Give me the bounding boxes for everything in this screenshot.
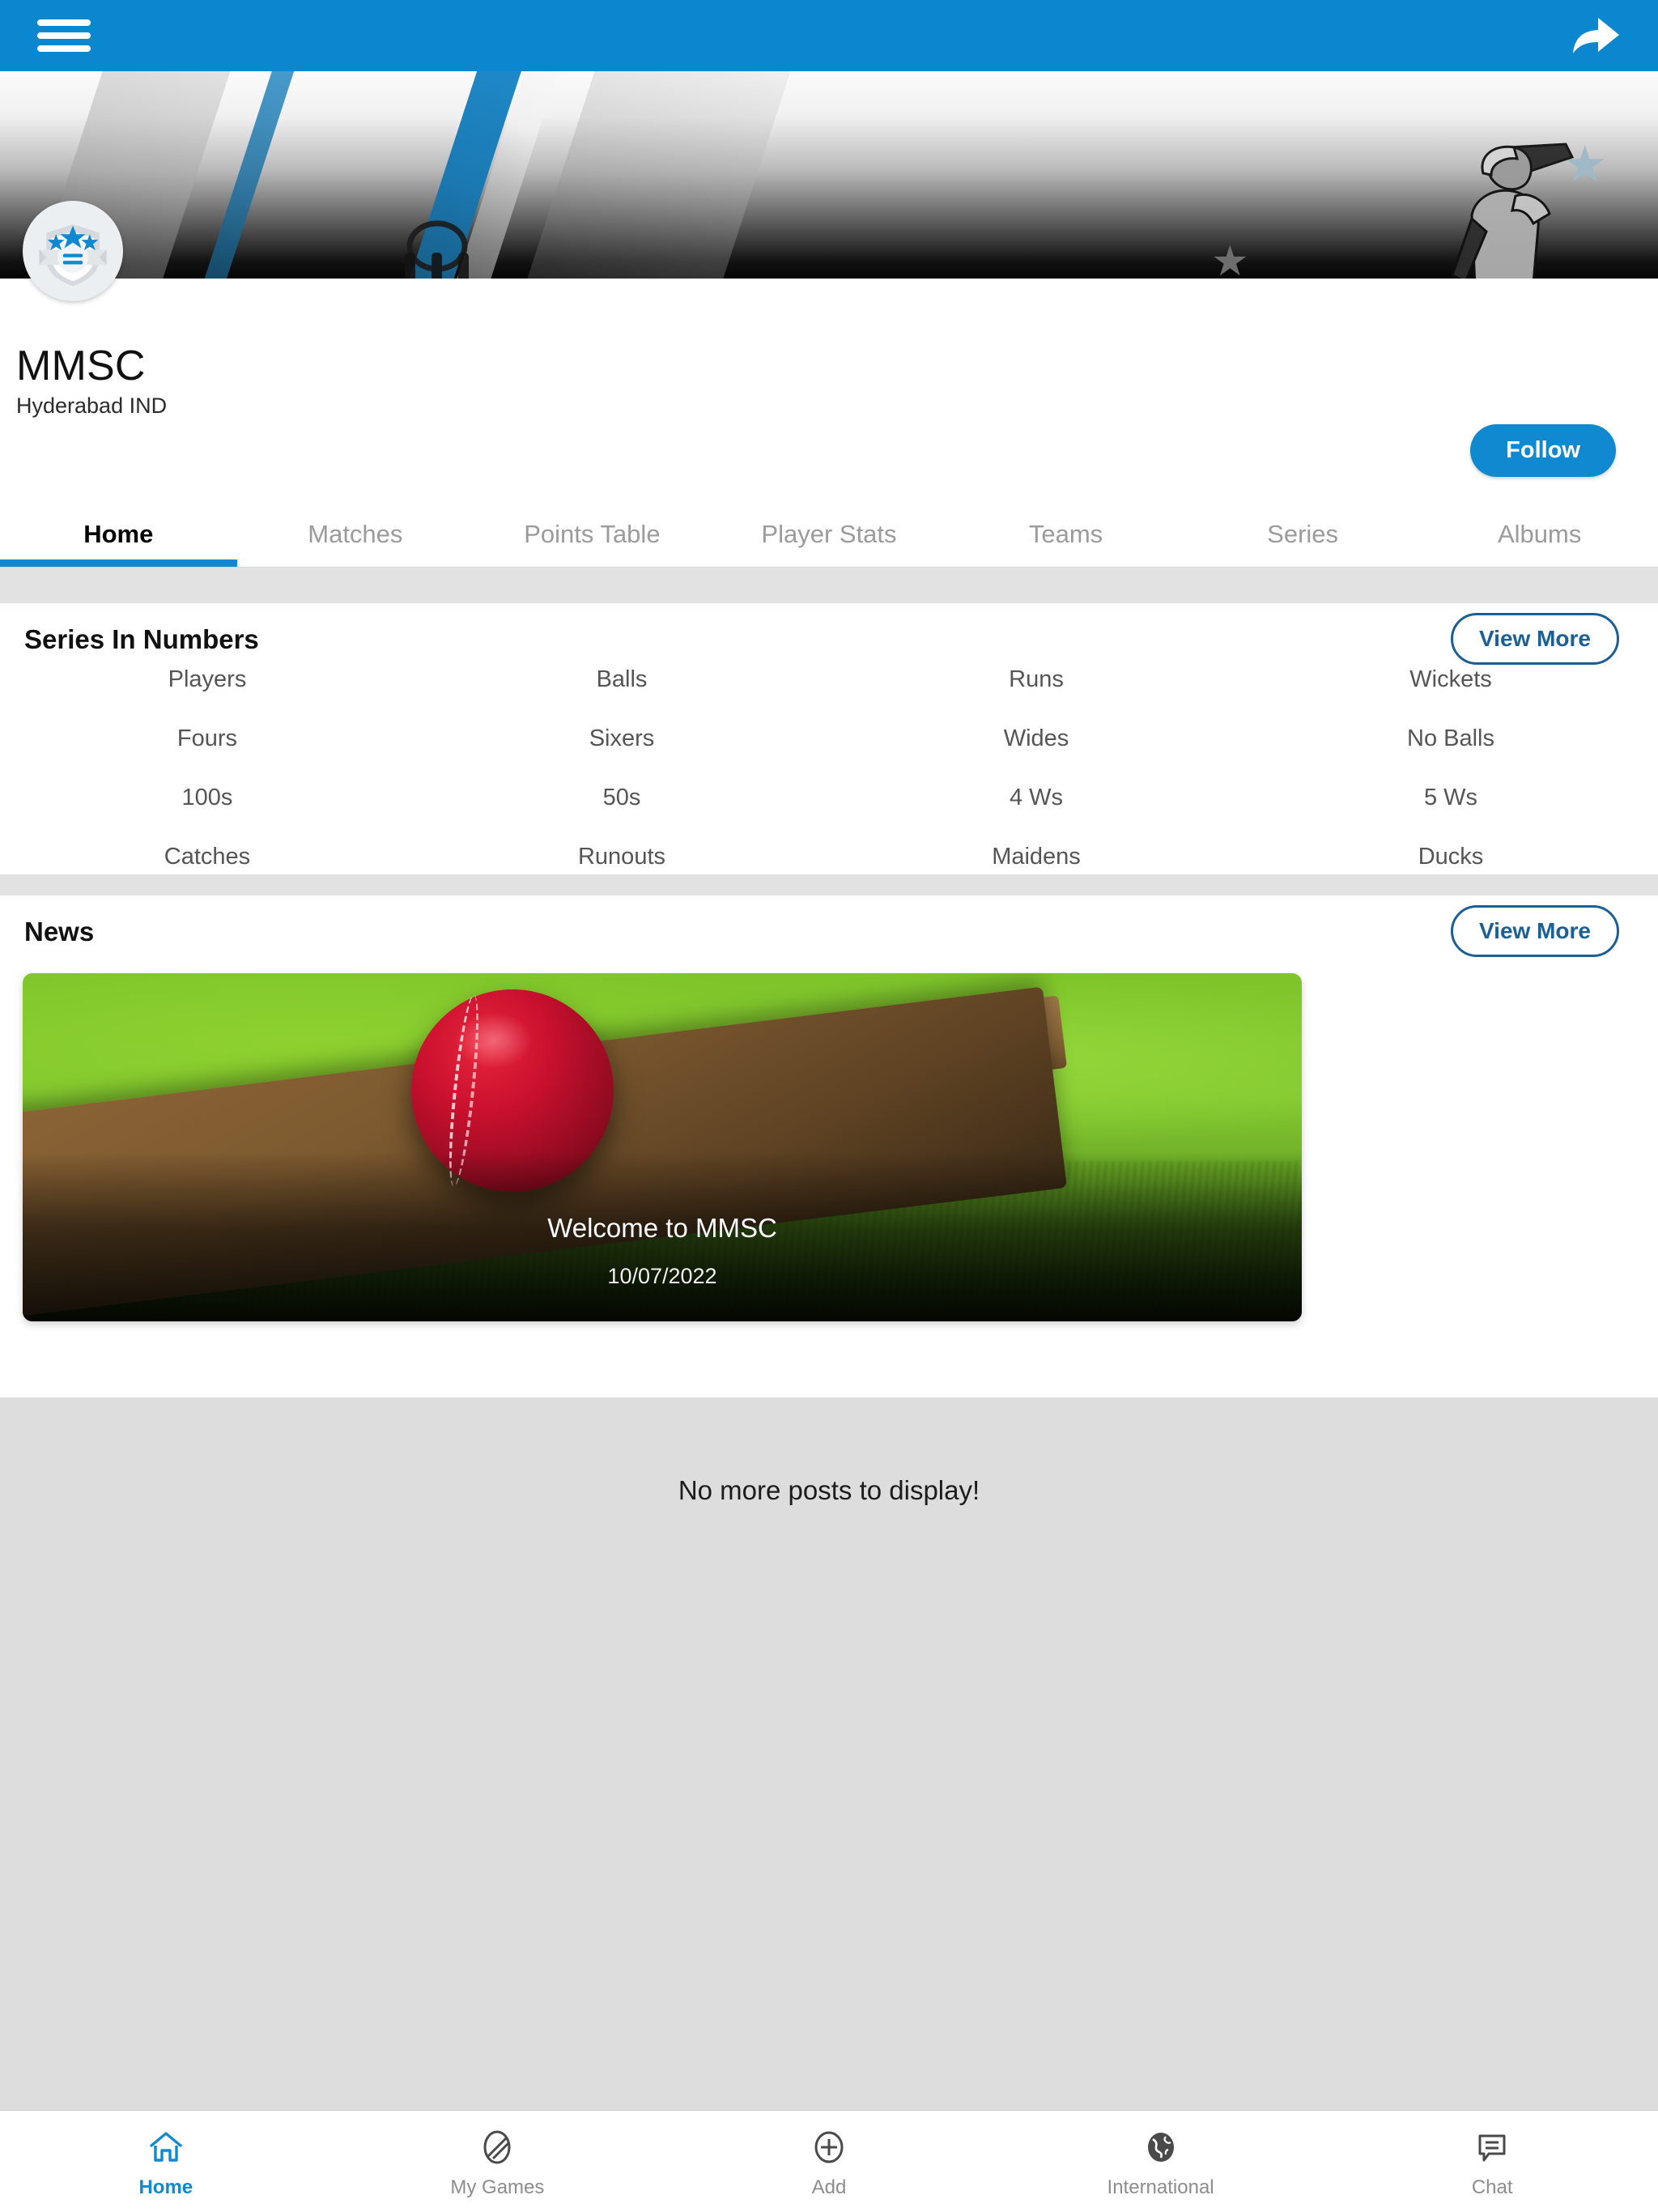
hamburger-bar <box>37 32 91 39</box>
series-view-more-button[interactable]: View More <box>1451 613 1619 665</box>
news-item[interactable]: Welcome to MMSC 10/07/2022 <box>23 973 1302 1321</box>
nav-item-add[interactable]: Add <box>663 2125 995 2199</box>
news-view-more-button[interactable]: View More <box>1451 905 1619 957</box>
tab-albums[interactable]: Albums <box>1421 502 1658 567</box>
tab-home[interactable]: Home <box>0 502 237 567</box>
nav-item-international[interactable]: International <box>995 2125 1327 2199</box>
nav-label: Home <box>138 2176 193 2198</box>
stats-grid: Players Balls Runs Wickets Fours Sixers Wides N… <box>0 666 1658 870</box>
cricket-stumps-icon <box>405 220 469 279</box>
star-icon: ★ <box>1211 238 1249 279</box>
stat-cell: 5 Ws <box>1244 785 1658 811</box>
stat-label: Wides <box>1003 725 1069 751</box>
stat-label: Balls <box>596 666 648 692</box>
tab-matches[interactable]: Matches <box>237 502 474 567</box>
cricket-ball-icon <box>332 2125 664 2170</box>
stat-label: 4 Ws <box>1009 785 1064 810</box>
stat-label: Runs <box>1009 666 1064 692</box>
tab-label: Player Stats <box>761 520 897 548</box>
nav-item-chat[interactable]: Chat <box>1326 2125 1658 2199</box>
stat-cell: Catches <box>0 844 414 870</box>
tab-bar: Home Matches Points Table Player Stats Teams… <box>0 502 1658 567</box>
stat-cell: Fours <box>0 725 414 752</box>
stat-label: Fours <box>176 725 238 751</box>
hamburger-bar <box>37 19 91 26</box>
nav-label: My Games <box>450 2176 545 2198</box>
stat-label: Wickets <box>1409 666 1492 692</box>
shield-stars-badge-icon <box>39 224 107 287</box>
card-header: News View More <box>0 895 1658 965</box>
stat-cell: 100s <box>0 785 414 811</box>
hamburger-menu-icon[interactable] <box>37 15 91 57</box>
app-bar <box>0 0 1658 71</box>
tab-label: Matches <box>308 520 403 548</box>
hamburger-bar <box>37 45 91 52</box>
nav-item-home[interactable]: Home <box>0 2125 332 2199</box>
stat-cell: Balls <box>414 666 829 693</box>
stat-label: 50s <box>602 785 641 810</box>
nav-label: Chat <box>1471 2176 1513 2198</box>
stat-cell: 4 Ws <box>829 785 1244 811</box>
app-screen: ★ ★ MMSC Hyderabad IND Follow Home Match… <box>0 0 1658 2212</box>
stat-cell: No Balls <box>1244 725 1658 752</box>
tab-label: Teams <box>1028 520 1103 548</box>
stat-label: Ducks <box>1418 844 1484 870</box>
section-title: Series In Numbers <box>24 624 259 654</box>
stat-label: Sixers <box>589 725 655 751</box>
stat-label: Players <box>168 666 247 692</box>
stat-cell: Maidens <box>829 844 1244 870</box>
nav-label: International <box>1107 2176 1214 2198</box>
nav-item-my-games[interactable]: My Games <box>332 2125 664 2199</box>
empty-feed-message: No more posts to display! <box>678 1475 980 1505</box>
stat-label: No Balls <box>1407 725 1494 751</box>
team-badge-avatar[interactable] <box>23 201 123 301</box>
series-in-numbers-card: Series In Numbers View More Players Balls… <box>0 603 1658 874</box>
stat-cell: Runs <box>829 666 1244 693</box>
news-card: News View More Welcome to MMSC 10/07/202… <box>0 895 1658 1397</box>
stat-label: 100s <box>181 785 233 810</box>
page-title: MMSC <box>16 342 146 389</box>
tab-label: Albums <box>1497 520 1582 548</box>
tab-label: Series <box>1267 520 1339 548</box>
stat-cell: Wides <box>829 725 1244 752</box>
nav-label: Add <box>811 2176 847 2198</box>
chat-bubble-icon <box>1326 2125 1658 2170</box>
stat-label: 5 Ws <box>1423 785 1478 810</box>
stat-cell: Runouts <box>414 844 829 870</box>
tab-label: Home <box>83 520 154 548</box>
team-location: Hyderabad IND <box>16 393 168 418</box>
banner-stripe <box>504 71 797 279</box>
home-icon <box>0 2125 332 2170</box>
stat-cell: Sixers <box>414 725 829 752</box>
plus-circle-icon <box>663 2125 995 2170</box>
tab-label: Points Table <box>524 520 661 548</box>
tab-series[interactable]: Series <box>1184 502 1422 567</box>
card-header: Series In Numbers View More <box>0 603 1658 673</box>
tab-teams[interactable]: Teams <box>947 502 1184 567</box>
share-icon[interactable] <box>1569 10 1621 62</box>
bottom-navigation-bar: Home My Games Add International Chat <box>0 2110 1658 2212</box>
batsman-illustration <box>1451 143 1575 279</box>
stat-label: Runouts <box>577 844 665 870</box>
news-title: Welcome to MMSC <box>547 1213 777 1243</box>
posts-feed: No more posts to display! <box>0 1397 1658 2110</box>
stat-cell: Players <box>0 666 414 693</box>
news-date: 10/07/2022 <box>607 1264 717 1288</box>
stat-cell: Wickets <box>1244 666 1658 693</box>
section-divider <box>0 568 1658 603</box>
profile-section: MMSC Hyderabad IND Follow <box>0 201 1658 502</box>
globe-icon <box>995 2125 1327 2170</box>
stat-cell: 50s <box>414 785 829 811</box>
follow-button[interactable]: Follow <box>1470 424 1616 477</box>
team-banner: ★ ★ <box>0 71 1658 279</box>
stat-label: Maidens <box>992 844 1081 870</box>
section-divider <box>0 874 1658 895</box>
tab-player-stats[interactable]: Player Stats <box>711 502 948 567</box>
section-title: News <box>24 917 95 946</box>
stat-label: Catches <box>164 844 251 870</box>
stat-cell: Ducks <box>1244 844 1658 870</box>
tab-points-table[interactable]: Points Table <box>474 502 711 567</box>
